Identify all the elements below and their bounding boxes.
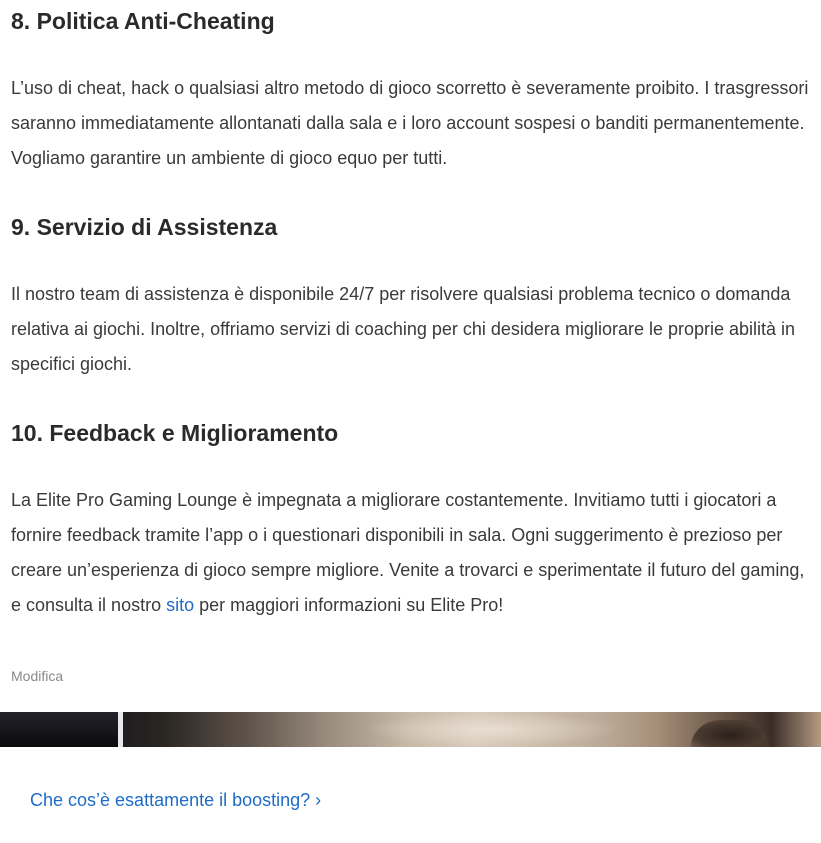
site-link[interactable]: sito <box>166 595 194 615</box>
section-heading-assistenza: 9. Servizio di Assistenza <box>11 214 278 240</box>
feedback-text-after-link: per maggiori informazioni su Elite Pro! <box>194 595 504 615</box>
section-body-anti-cheating: L’uso di cheat, hack o qualsiasi altro m… <box>11 78 809 168</box>
section-heading-anti-cheating: 8. Politica Anti-Cheating <box>11 8 275 34</box>
section-heading-feedback: 10. Feedback e Miglioramento <box>11 420 339 446</box>
section-body-feedback: La Elite Pro Gaming Lounge è impegnata a… <box>11 483 811 623</box>
article-banner-image <box>0 712 821 747</box>
edit-link[interactable]: Modifica <box>11 668 63 684</box>
section-body-assistenza: Il nostro team di assistenza è disponibi… <box>11 284 796 374</box>
next-article-link[interactable]: Che cos’è esattamente il boosting? › <box>30 790 321 811</box>
